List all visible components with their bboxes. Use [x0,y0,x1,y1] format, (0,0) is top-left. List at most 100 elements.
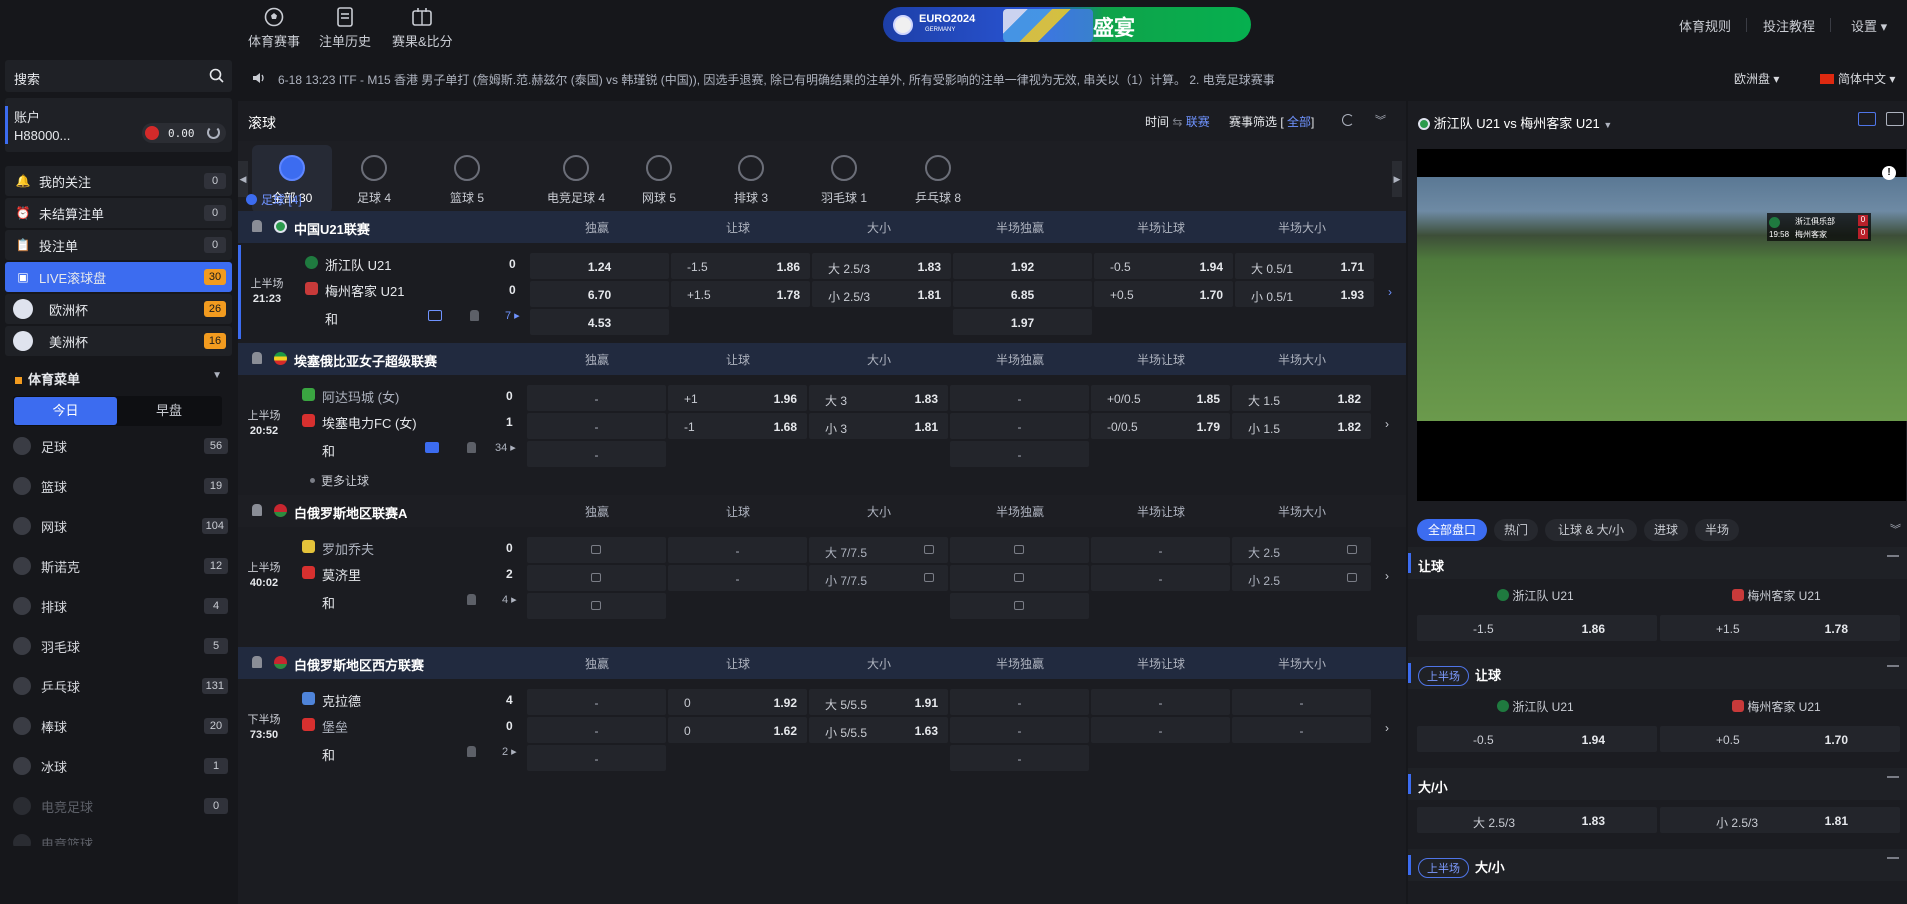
chip-goals[interactable]: 进球 [1644,519,1688,541]
odds-cell[interactable]: 大 5/5.5 1.91 [809,689,948,715]
odds-cell[interactable]: +0/0.5 1.85 [1091,385,1230,411]
sport-item-snooker[interactable]: 斯诺克 12 [5,549,232,583]
odds-cell[interactable]: +0.5 1.70 [1660,726,1900,752]
category-tennis[interactable]: 网球 5 [619,145,699,213]
live-video-icon[interactable] [428,310,442,321]
chip-half[interactable]: 半场 [1695,519,1739,541]
odds-cell[interactable]: - [950,745,1089,771]
bell-icon[interactable] [470,310,479,321]
sport-item-table-tennis[interactable]: 乒乓球 131 [5,669,232,703]
odds-cell[interactable]: 小 5/5.5 1.63 [809,717,948,743]
odds-cell[interactable]: 大 0.5/1 1.71 [1235,253,1374,279]
odds-cell[interactable]: - [950,413,1089,439]
odds-cell[interactable]: 小 2.5/3 1.81 [812,281,951,307]
odds-cell[interactable]: - [1232,689,1371,715]
section-soccer[interactable]: 足球 [4] [246,191,302,208]
odds-cell[interactable]: 大 2.5/3 1.83 [812,253,951,279]
chevron-right-icon[interactable]: › [1385,569,1389,583]
sport-item-volleyball[interactable]: 排球 4 [5,589,232,623]
odds-cell[interactable]: - [1232,717,1371,743]
odds-cell[interactable]: 1.97 [953,309,1092,335]
more-markets-count[interactable]: 34 ▸ [495,441,516,454]
match-selector[interactable]: 浙江队 U21 vs 梅州客家 U21 ▼ [1418,113,1612,132]
odds-cell[interactable]: 0 1.62 [668,717,807,743]
odds-cell[interactable]: 1.92 [953,253,1092,279]
refresh-icon[interactable] [1342,114,1354,126]
video-toggle-icon[interactable] [1858,112,1876,126]
odds-cell[interactable]: - [527,441,666,467]
tutorial-link[interactable]: 投注教程 [1763,16,1815,35]
odds-cell[interactable]: -0.5 1.94 [1094,253,1233,279]
chip-popular[interactable]: 热门 [1494,519,1538,541]
scroll-right-button[interactable]: ▶ [1392,161,1402,197]
collapse-all-icon[interactable]: ︾ [1375,112,1386,128]
odds-cell[interactable]: - [527,689,666,715]
nav-bet-history[interactable]: 注单历史 [319,6,371,50]
nav-sports[interactable]: 体育赛事 [248,6,300,50]
sort-toggle[interactable]: 时间 ⇆ 联赛 [1145,113,1210,130]
odds-cell[interactable]: 小 2.5/3 1.81 [1660,807,1900,833]
odds-cell[interactable]: 大 2.5/3 1.83 [1417,807,1657,833]
odds-cell[interactable]: +1.5 1.78 [671,281,810,307]
live-video-player[interactable]: ! 19:58 浙江俱乐部 梅州客家 0 0 [1417,149,1907,501]
pin-top-icon[interactable] [1887,665,1899,677]
sport-item-basketball[interactable]: 篮球 19 [5,469,232,503]
more-markets-count[interactable]: 4 ▸ [502,593,517,606]
odds-cell[interactable]: - [950,717,1089,743]
bell-icon[interactable] [252,504,262,516]
sport-item-tennis[interactable]: 网球 104 [5,509,232,543]
chip-handicap-ou[interactable]: 让球 & 大/小 [1545,519,1637,541]
odds-cell[interactable]: -0/0.5 1.79 [1091,413,1230,439]
chevron-right-icon[interactable]: › [1385,417,1389,431]
odds-cell[interactable]: - [950,441,1089,467]
odds-cell[interactable]: 6.70 [530,281,669,307]
event-filter[interactable]: 赛事筛选 [ 全部] [1229,113,1314,130]
language-select[interactable]: 简体中文 ▾ [1820,70,1895,87]
odds-cell[interactable]: 1.24 [530,253,669,279]
league-header[interactable]: 中国U21联赛 独赢 让球 大小 半场独赢 半场让球 半场大小 [238,211,1406,243]
more-markets-count[interactable]: 7 ▸ [505,309,520,322]
sport-item-esoccer[interactable]: 电竞足球 0 [5,789,232,823]
sidebar-item-favorites[interactable]: 🔔 我的关注 0 [5,166,232,196]
tab-early[interactable]: 早盘 [117,397,221,425]
more-handicap-link[interactable]: 更多让球 [310,472,369,489]
settings-menu[interactable]: 设置 ▾ [1851,16,1887,35]
nav-results[interactable]: 赛果&比分 [392,6,453,50]
odds-cell[interactable]: 小 0.5/1 1.93 [1235,281,1374,307]
sidebar-item-betslip[interactable]: 📋 投注单 0 [5,230,232,260]
more-markets-count[interactable]: 2 ▸ [502,745,517,758]
market-title[interactable]: 大/小 [1408,768,1907,800]
pin-top-icon[interactable] [1887,776,1899,788]
bell-icon[interactable] [467,442,476,453]
odds-cell[interactable]: - [527,413,666,439]
sport-item-baseball[interactable]: 棒球 20 [5,709,232,743]
chevron-right-icon[interactable]: › [1385,721,1389,735]
odds-cell[interactable]: 小 3 1.81 [809,413,948,439]
category-esoccer[interactable]: 电竞足球 4 [521,145,631,213]
tab-today[interactable]: 今日 [14,397,117,425]
odds-cell[interactable]: - [1091,689,1230,715]
pin-top-icon[interactable] [1887,555,1899,567]
odds-cell[interactable]: 小 1.5 1.82 [1232,413,1371,439]
match-row[interactable]: 上半场 20:52 阿达玛城 (女) 0 埃塞电力FC (女) 1 和 34 ▸ … [238,377,1406,491]
category-volleyball[interactable]: 排球 3 [711,145,791,213]
odds-cell[interactable]: 4.53 [530,309,669,335]
odds-cell[interactable]: +1 1.96 [668,385,807,411]
category-badminton[interactable]: 羽毛球 1 [804,145,884,213]
bell-icon[interactable] [252,220,262,232]
odds-cell[interactable]: -1 1.68 [668,413,807,439]
chip-all-markets[interactable]: 全部盘口 [1417,519,1487,541]
chevron-right-icon[interactable]: › [1388,285,1392,299]
sport-item-ice-hockey[interactable]: 冰球 1 [5,749,232,783]
league-header[interactable]: 埃塞俄比亚女子超级联赛 独赢 让球 大小 半场独赢 半场让球 半场大小 [238,343,1406,375]
match-row[interactable]: 上半场 21:23 浙江队 U21 0 梅州客家 U21 0 和 7 ▸ 1.24… [238,245,1406,339]
bell-icon[interactable] [252,656,262,668]
odds-cell[interactable]: 大 3 1.83 [809,385,948,411]
bell-icon[interactable] [467,746,476,757]
market-title[interactable]: 上半场 让球 [1408,657,1907,689]
odds-cell[interactable]: -1.5 1.86 [1417,615,1657,641]
sport-item-ebasketball[interactable]: 电竞篮球 [5,829,232,846]
rules-link[interactable]: 体育规则 [1679,16,1731,35]
sidebar-item-euro[interactable]: 欧洲杯 26 [5,294,232,324]
bell-icon[interactable] [252,352,262,364]
